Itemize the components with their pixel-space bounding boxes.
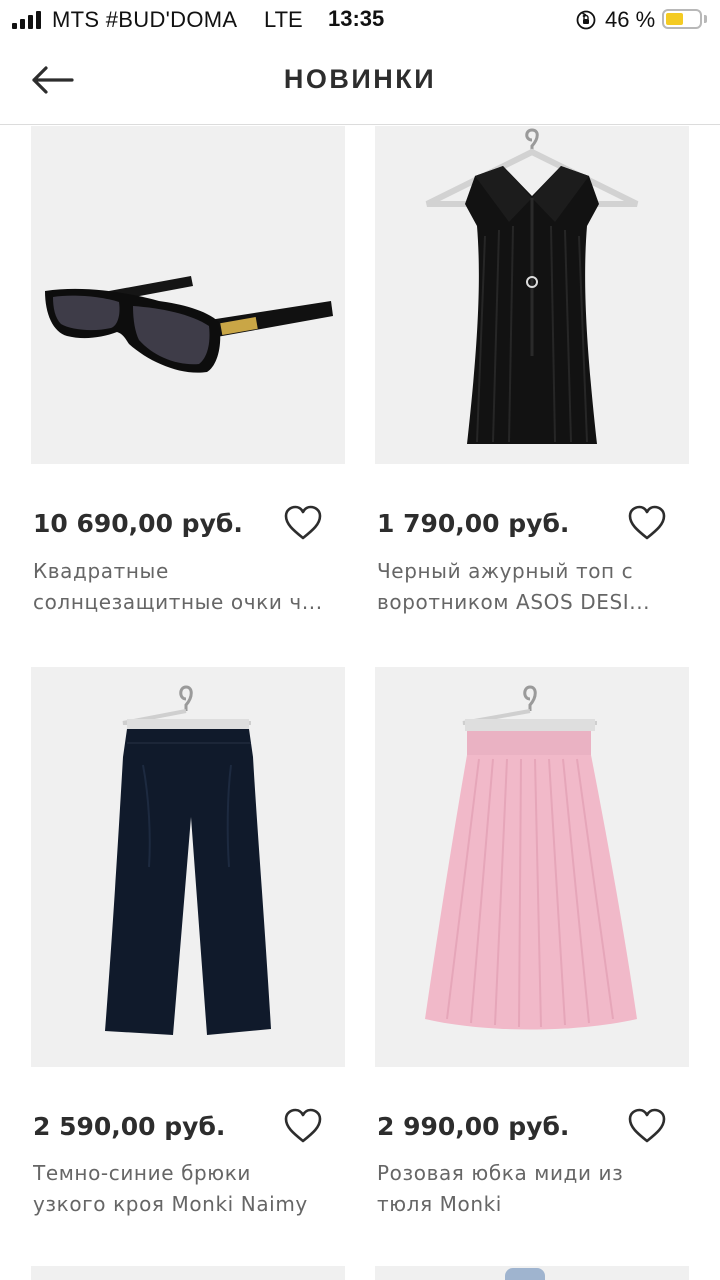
product-price: 1 790,00 руб. xyxy=(377,509,570,538)
heart-icon[interactable] xyxy=(283,504,323,542)
partial-image-detail xyxy=(505,1268,545,1280)
heart-icon[interactable] xyxy=(627,1107,667,1145)
product-name-line: Темно-синие брюки xyxy=(33,1161,252,1185)
battery-tip xyxy=(704,15,707,23)
product-price: 2 990,00 руб. xyxy=(377,1112,570,1141)
heart-icon[interactable] xyxy=(283,1107,323,1145)
product-name-line: тюля Monki xyxy=(377,1192,502,1216)
product-card[interactable]: 1 790,00 руб. Черный ажурный топ с ворот… xyxy=(375,126,689,626)
product-price: 10 690,00 руб. xyxy=(33,509,243,538)
product-name: Квадратные солнцезащитные очки ч... xyxy=(33,556,343,618)
sunglasses-illustration xyxy=(31,126,345,464)
network-type: LTE xyxy=(264,7,303,32)
top-app-bar: НОВИНКИ xyxy=(0,40,720,125)
product-name-line: Квадратные xyxy=(33,559,169,583)
skirt-illustration xyxy=(375,667,689,1067)
product-name: Черный ажурный топ с воротником ASOS DES… xyxy=(377,556,687,618)
product-image-trousers[interactable] xyxy=(31,667,345,1067)
product-name-line: Черный ажурный топ с xyxy=(377,559,634,583)
product-name-line: воротником ASOS DESI... xyxy=(377,590,651,614)
product-image-sunglasses[interactable] xyxy=(31,126,345,464)
signal-strength-icon xyxy=(12,11,42,29)
battery-percent: 46 % xyxy=(605,7,656,32)
product-name-line: солнцезащитные очки ч... xyxy=(33,590,323,614)
product-image-top[interactable] xyxy=(375,126,689,464)
product-name-line: Розовая юбка миди из xyxy=(377,1161,624,1185)
page-title: НОВИНКИ xyxy=(283,64,437,94)
status-bar: MTS #BUD'DOMA LTE 13:35 46 % xyxy=(0,0,720,40)
black-top-illustration xyxy=(375,126,689,464)
product-name: Темно-синие брюки узкого кроя Monki Naim… xyxy=(33,1158,343,1220)
product-image-partial[interactable] xyxy=(375,1266,689,1280)
battery-level-fill xyxy=(666,13,683,25)
product-price: 2 590,00 руб. xyxy=(33,1112,226,1141)
carrier-name: MTS #BUD'DOMA xyxy=(52,7,238,32)
product-image-partial[interactable] xyxy=(31,1266,345,1280)
heart-icon[interactable] xyxy=(627,504,667,542)
product-name: Розовая юбка миди из тюля Monki xyxy=(377,1158,687,1220)
product-name-line: узкого кроя Monki Naimy xyxy=(33,1192,308,1216)
product-image-skirt[interactable] xyxy=(375,667,689,1067)
status-time: 13:35 xyxy=(328,6,385,31)
battery-icon xyxy=(662,9,702,29)
product-card[interactable]: 2 590,00 руб. Темно-синие брюки узкого к… xyxy=(31,667,345,1227)
product-card[interactable]: 2 990,00 руб. Розовая юбка миди из тюля … xyxy=(375,667,689,1227)
product-card[interactable]: 10 690,00 руб. Квадратные солнцезащитные… xyxy=(31,126,345,626)
trousers-illustration xyxy=(31,667,345,1067)
rotation-lock-icon xyxy=(576,10,596,30)
